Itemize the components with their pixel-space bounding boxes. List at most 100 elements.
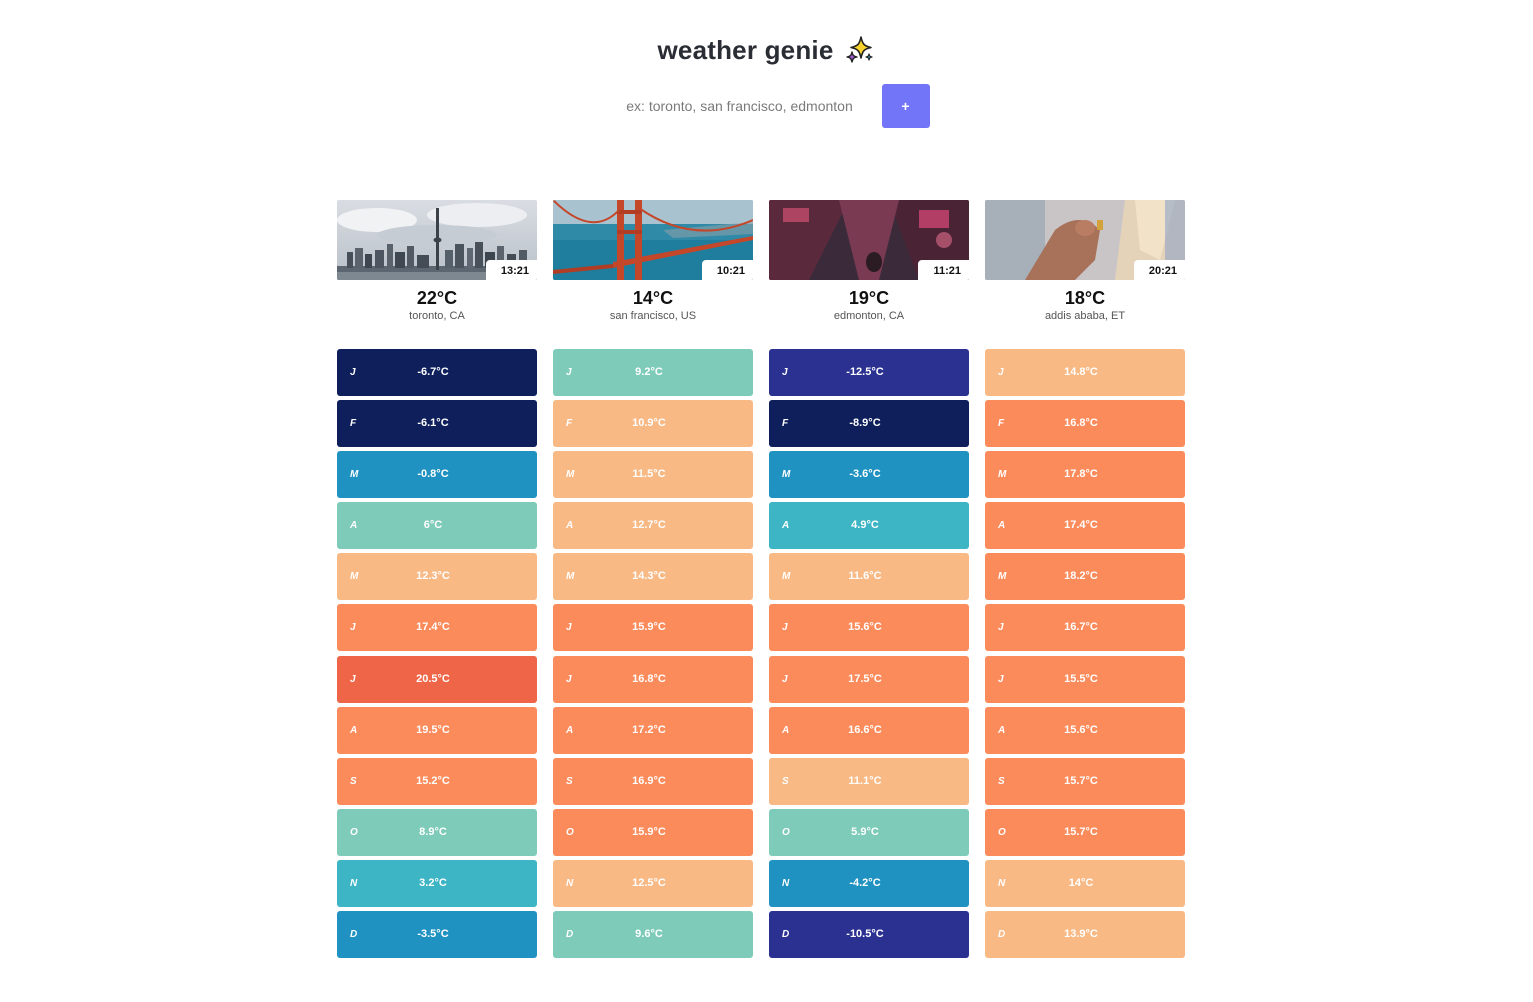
month-average-temperature: 19.5°C — [416, 723, 450, 736]
month-row: M 11.6°C — [769, 553, 969, 601]
city-card: 10:21 14°C san francisco, US J 9.2°C F 10.9°C M… — [553, 200, 753, 962]
month-row: F -6.1°C — [337, 400, 537, 448]
month-average-temperature: -10.5°C — [846, 928, 884, 941]
city-photo: 11:21 — [769, 200, 969, 280]
city-search-input[interactable] — [617, 86, 862, 126]
month-row: J 15.9°C — [553, 604, 753, 652]
city-card: 11:21 19°C edmonton, CA J -12.5°C F -8.9°C M -3.… — [769, 200, 969, 962]
month-average-temperature: 4.9°C — [851, 519, 879, 532]
month-row: A 17.2°C — [553, 706, 753, 754]
current-temperature: 22°C — [416, 288, 458, 308]
month-row: D 9.6°C — [553, 911, 753, 959]
app-title: weather genie — [658, 34, 876, 66]
monthly-averages: J 14.8°C F 16.8°C M 17.8°C A 17.4°C M 18.2°C J 16.7… — [985, 349, 1185, 959]
month-row: F 10.9°C — [553, 400, 753, 448]
month-row: J 17.5°C — [769, 655, 969, 703]
month-row: S 11.1°C — [769, 757, 969, 805]
month-row: O 15.7°C — [985, 808, 1185, 856]
local-time-badge: 10:21 — [701, 260, 753, 280]
month-row: J -12.5°C — [769, 349, 969, 396]
month-average-temperature: 3.2°C — [419, 876, 447, 889]
app-title-text: weather genie — [657, 34, 834, 65]
month-average-temperature: 17.4°C — [416, 621, 450, 634]
month-row: S 15.2°C — [337, 757, 537, 805]
monthly-averages: J 9.2°C F 10.9°C M 11.5°C A 12.7°C M 14.3°C J 15.9°… — [553, 349, 753, 959]
plus-icon: + — [901, 98, 910, 114]
month-average-temperature: -6.1°C — [417, 417, 449, 430]
month-average-temperature: 17.5°C — [848, 672, 882, 685]
month-row: N 3.2°C — [337, 859, 537, 907]
month-row: D -3.5°C — [337, 911, 537, 959]
month-row: N 12.5°C — [553, 859, 753, 907]
month-average-temperature: -3.5°C — [417, 928, 449, 941]
month-average-temperature: 17.8°C — [1064, 468, 1098, 481]
month-average-temperature: -0.8°C — [417, 468, 449, 481]
month-average-temperature: 11.5°C — [632, 468, 666, 481]
month-average-temperature: -6.7°C — [417, 366, 449, 378]
month-row: J -6.7°C — [337, 349, 537, 396]
current-temperature: 14°C — [632, 288, 674, 308]
city-location: toronto, CA — [409, 310, 465, 322]
month-row: A 15.6°C — [985, 706, 1185, 754]
current-temperature: 19°C — [848, 288, 890, 308]
city-card: 13:21 22°C toronto, CA J -6.7°C F -6.1°C M -0.8°… — [337, 200, 537, 962]
month-row: J 9.2°C — [553, 349, 753, 396]
month-average-temperature: 12.5°C — [632, 876, 666, 889]
month-row: J 16.8°C — [553, 655, 753, 703]
month-average-temperature: 14.8°C — [1064, 366, 1098, 378]
city-location: san francisco, US — [609, 310, 697, 322]
month-average-temperature: 13.9°C — [1064, 928, 1098, 941]
month-average-temperature: 15.9°C — [632, 621, 666, 634]
month-average-temperature: -12.5°C — [846, 366, 884, 378]
month-average-temperature: 11.6°C — [848, 570, 882, 583]
city-photo: 20:21 — [985, 200, 1185, 280]
month-average-temperature: 5.9°C — [851, 825, 879, 838]
month-average-temperature: 9.2°C — [635, 366, 663, 378]
month-row: F 16.8°C — [985, 400, 1185, 448]
month-average-temperature: 10.9°C — [632, 417, 666, 430]
month-average-temperature: 14.3°C — [632, 570, 666, 583]
month-row: D -10.5°C — [769, 911, 969, 959]
month-average-temperature: 16.9°C — [632, 774, 666, 787]
month-row: A 4.9°C — [769, 502, 969, 550]
month-average-temperature: 15.6°C — [1064, 723, 1098, 736]
month-row: O 5.9°C — [769, 808, 969, 856]
month-row: M -3.6°C — [769, 451, 969, 499]
month-row: J 20.5°C — [337, 655, 537, 703]
month-average-temperature: 8.9°C — [419, 825, 447, 838]
month-average-temperature: 15.2°C — [416, 774, 450, 787]
month-average-temperature: 14°C — [1068, 876, 1094, 889]
month-row: J 17.4°C — [337, 604, 537, 652]
month-average-temperature: 15.5°C — [1064, 672, 1098, 685]
month-row: A 12.7°C — [553, 502, 753, 550]
month-average-temperature: 17.2°C — [632, 723, 666, 736]
monthly-averages: J -6.7°C F -6.1°C M -0.8°C A 6°C M 12.3°C J 17.4°C J… — [337, 349, 537, 959]
current-temperature: 18°C — [1064, 288, 1106, 308]
month-row: J 15.6°C — [769, 604, 969, 652]
month-row: J 16.7°C — [985, 604, 1185, 652]
month-row: M 17.8°C — [985, 451, 1185, 499]
month-row: A 16.6°C — [769, 706, 969, 754]
month-row: D 13.9°C — [985, 911, 1185, 959]
month-average-temperature: 15.7°C — [1064, 774, 1098, 787]
city-location: edmonton, CA — [833, 310, 905, 322]
month-average-temperature: 16.8°C — [1064, 417, 1098, 430]
month-row: N -4.2°C — [769, 859, 969, 907]
city-photo: 13:21 — [337, 200, 537, 280]
city-location: addis ababa, ET — [1044, 310, 1126, 322]
month-row: M -0.8°C — [337, 451, 537, 499]
month-average-temperature: 16.8°C — [632, 672, 666, 685]
city-cards: 13:21 22°C toronto, CA J -6.7°C F -6.1°C M -0.8°… — [337, 200, 1185, 962]
month-average-temperature: 12.7°C — [632, 519, 666, 532]
month-average-temperature: 15.6°C — [848, 621, 882, 634]
month-average-temperature: 16.7°C — [1064, 621, 1098, 634]
add-city-button[interactable]: + — [881, 84, 930, 128]
month-average-temperature: -4.2°C — [849, 876, 881, 889]
month-row: O 8.9°C — [337, 808, 537, 856]
month-row: M 14.3°C — [553, 553, 753, 601]
monthly-averages: J -12.5°C F -8.9°C M -3.6°C A 4.9°C M 11.6°C J 15.6… — [769, 349, 969, 959]
month-row: J 15.5°C — [985, 655, 1185, 703]
month-row: S 16.9°C — [553, 757, 753, 805]
month-row: A 19.5°C — [337, 706, 537, 754]
month-row: F -8.9°C — [769, 400, 969, 448]
